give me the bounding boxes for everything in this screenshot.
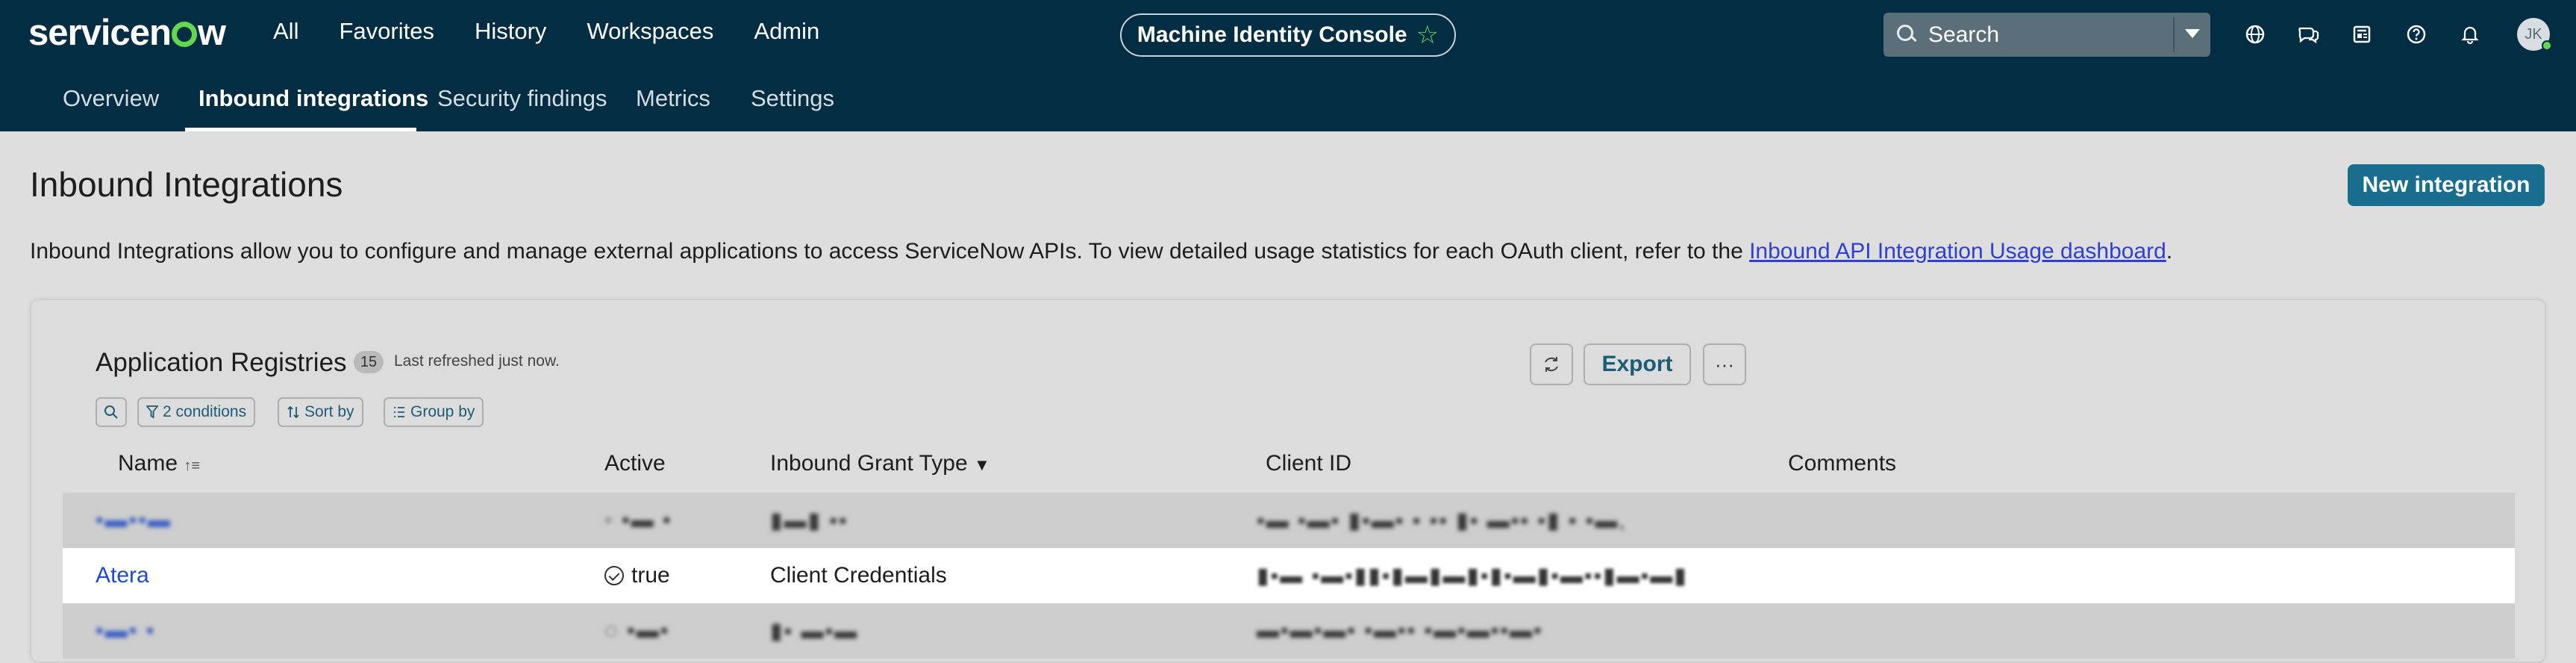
column-header-client-id[interactable]: Client ID: [1266, 451, 1351, 476]
row-active-redacted: ◦ ▪▬ ▪: [604, 508, 672, 532]
workspace-tabs: Overview Inbound integrations Security f…: [0, 69, 2576, 131]
console-title: Machine Identity Console: [1137, 22, 1407, 47]
table-row-selected[interactable]: Atera true Client Credentials ▮▪▬ ▪▬▪▮▮▪…: [63, 548, 2515, 603]
tab-settings[interactable]: Settings: [751, 85, 834, 112]
tab-overview[interactable]: Overview: [63, 85, 159, 112]
row-name-redacted[interactable]: ▪▬▪▪▬: [96, 493, 172, 548]
search-icon: [1897, 24, 1918, 46]
record-count-badge: 15: [354, 351, 384, 373]
tab-inbound-integrations[interactable]: Inbound integrations: [198, 85, 428, 112]
chat-icon[interactable]: [2294, 19, 2324, 49]
page-title: Inbound Integrations: [30, 165, 343, 204]
row-active: true: [604, 548, 670, 603]
row-grant-redacted: ▮▪ ▬▪▬: [770, 618, 859, 644]
description-end: .: [2166, 239, 2173, 264]
logo-o-ring: [171, 22, 197, 47]
page-description: Inbound Integrations allow you to config…: [30, 239, 2172, 264]
bell-icon[interactable]: [2455, 19, 2485, 49]
row-client-id-redacted: ▬▪▬▪▬▪ ▪▬▪▪ ▪▬▪▬▪▪▬▪: [1257, 618, 1543, 643]
main-menu: All Favorites History Workspaces Admin: [273, 18, 860, 45]
logo-text-end: w: [197, 13, 226, 53]
news-icon[interactable]: [2348, 19, 2378, 49]
sort-by-label: Sort by: [304, 403, 354, 420]
check-circle-icon: [604, 566, 624, 585]
menu-history[interactable]: History: [475, 18, 546, 45]
filter-search-button[interactable]: [96, 397, 127, 427]
row-name-redacted[interactable]: ▪▬▪ ▪: [96, 603, 155, 659]
more-actions-button[interactable]: ···: [1703, 343, 1746, 385]
column-header-active[interactable]: Active: [604, 451, 666, 476]
chevron-down-icon[interactable]: [2185, 29, 2200, 38]
header-icons: [2240, 19, 2509, 49]
column-header-comments[interactable]: Comments: [1788, 451, 1896, 476]
row-client-id-redacted: ▮▪▬ ▪▬▪▮▮▪▮▬▮▬▮▪▮▪▬▮▪▬▪▪▮▬▪▬▮: [1257, 563, 1688, 588]
row-grant-redacted: ▮▬▮ ▪▪: [770, 508, 848, 533]
user-avatar[interactable]: JK: [2517, 18, 2552, 51]
sort-by-button[interactable]: Sort by: [278, 397, 363, 427]
sort-icon: [287, 405, 299, 419]
row-active-value: true: [631, 563, 670, 588]
name-header-label: Name: [118, 451, 178, 476]
tab-security-findings[interactable]: Security findings: [437, 85, 607, 112]
presence-dot: [2542, 40, 2552, 51]
new-integration-button[interactable]: New integration: [2348, 164, 2545, 206]
conditions-label: 2 conditions: [163, 403, 247, 420]
tab-metrics[interactable]: Metrics: [636, 85, 710, 112]
group-list-icon: [394, 407, 404, 417]
globe-icon[interactable]: [2240, 19, 2270, 49]
filter-applied-icon[interactable]: ▼: [974, 455, 990, 474]
menu-all[interactable]: All: [273, 18, 298, 45]
console-title-pill[interactable]: Machine Identity Console ☆: [1120, 13, 1456, 57]
search-placeholder: Search: [1928, 22, 2000, 47]
export-button[interactable]: Export: [1584, 343, 1691, 385]
active-tab-indicator: [185, 128, 416, 131]
application-registries-card: Application Registries 15 Last refreshed…: [30, 299, 2546, 663]
menu-admin[interactable]: Admin: [754, 18, 819, 45]
refresh-button[interactable]: [1530, 343, 1573, 385]
column-header-grant-type[interactable]: Inbound Grant Type ▼: [770, 451, 990, 476]
menu-workspaces[interactable]: Workspaces: [587, 18, 713, 45]
search-icon: [104, 405, 118, 419]
grant-type-header-label: Inbound Grant Type: [770, 451, 968, 476]
menu-favorites[interactable]: Favorites: [339, 18, 434, 45]
last-refreshed-text: Last refreshed just now.: [394, 352, 560, 370]
filter-icon: [146, 405, 158, 419]
logo-text: servicen: [28, 13, 172, 53]
row-client-id-redacted: ▪▬ ▪▬▪ ▮▪▬▪ ▪ ▪▪ ▮▪ ▬▪▪ ▪▮ ▪ ▪▬,: [1257, 508, 1627, 533]
top-navigation-bar: servicen w All Favorites History Workspac…: [0, 0, 2576, 69]
description-text: Inbound Integrations allow you to config…: [30, 239, 1750, 264]
servicenow-logo[interactable]: servicen w: [28, 12, 226, 54]
help-icon[interactable]: [2401, 19, 2431, 49]
global-search[interactable]: Search: [1883, 13, 2210, 57]
usage-dashboard-link[interactable]: Inbound API Integration Usage dashboard: [1749, 239, 2166, 264]
conditions-button[interactable]: 2 conditions: [137, 397, 256, 427]
avatar-initials: JK: [2525, 25, 2542, 43]
registries-title: Application Registries: [96, 348, 347, 377]
column-header-name[interactable]: Name ↑≡: [118, 451, 200, 476]
sort-ascending-icon[interactable]: ↑≡: [184, 458, 200, 474]
favorite-star-icon[interactable]: ☆: [1416, 20, 1439, 50]
row-grant-type: Client Credentials: [770, 563, 947, 588]
table-row[interactable]: ▪▬▪ ▪ ◌ ▪▬▪ ▮▪ ▬▪▬ ▬▪▬▪▬▪ ▪▬▪▪ ▪▬▪▬▪▪▬▪: [63, 603, 2515, 659]
table-row[interactable]: ▪▬▪▪▬ ◦ ▪▬ ▪ ▮▬▮ ▪▪ ▪▬ ▪▬▪ ▮▪▬▪ ▪ ▪▪ ▮▪ …: [63, 493, 2515, 548]
row-active-redacted: ◌ ▪▬▪: [604, 618, 670, 643]
search-divider: [2173, 17, 2175, 52]
group-by-label: Group by: [410, 403, 475, 420]
group-by-button[interactable]: Group by: [384, 397, 484, 427]
row-name-link[interactable]: Atera: [96, 548, 149, 603]
refresh-icon: [1545, 357, 1558, 372]
